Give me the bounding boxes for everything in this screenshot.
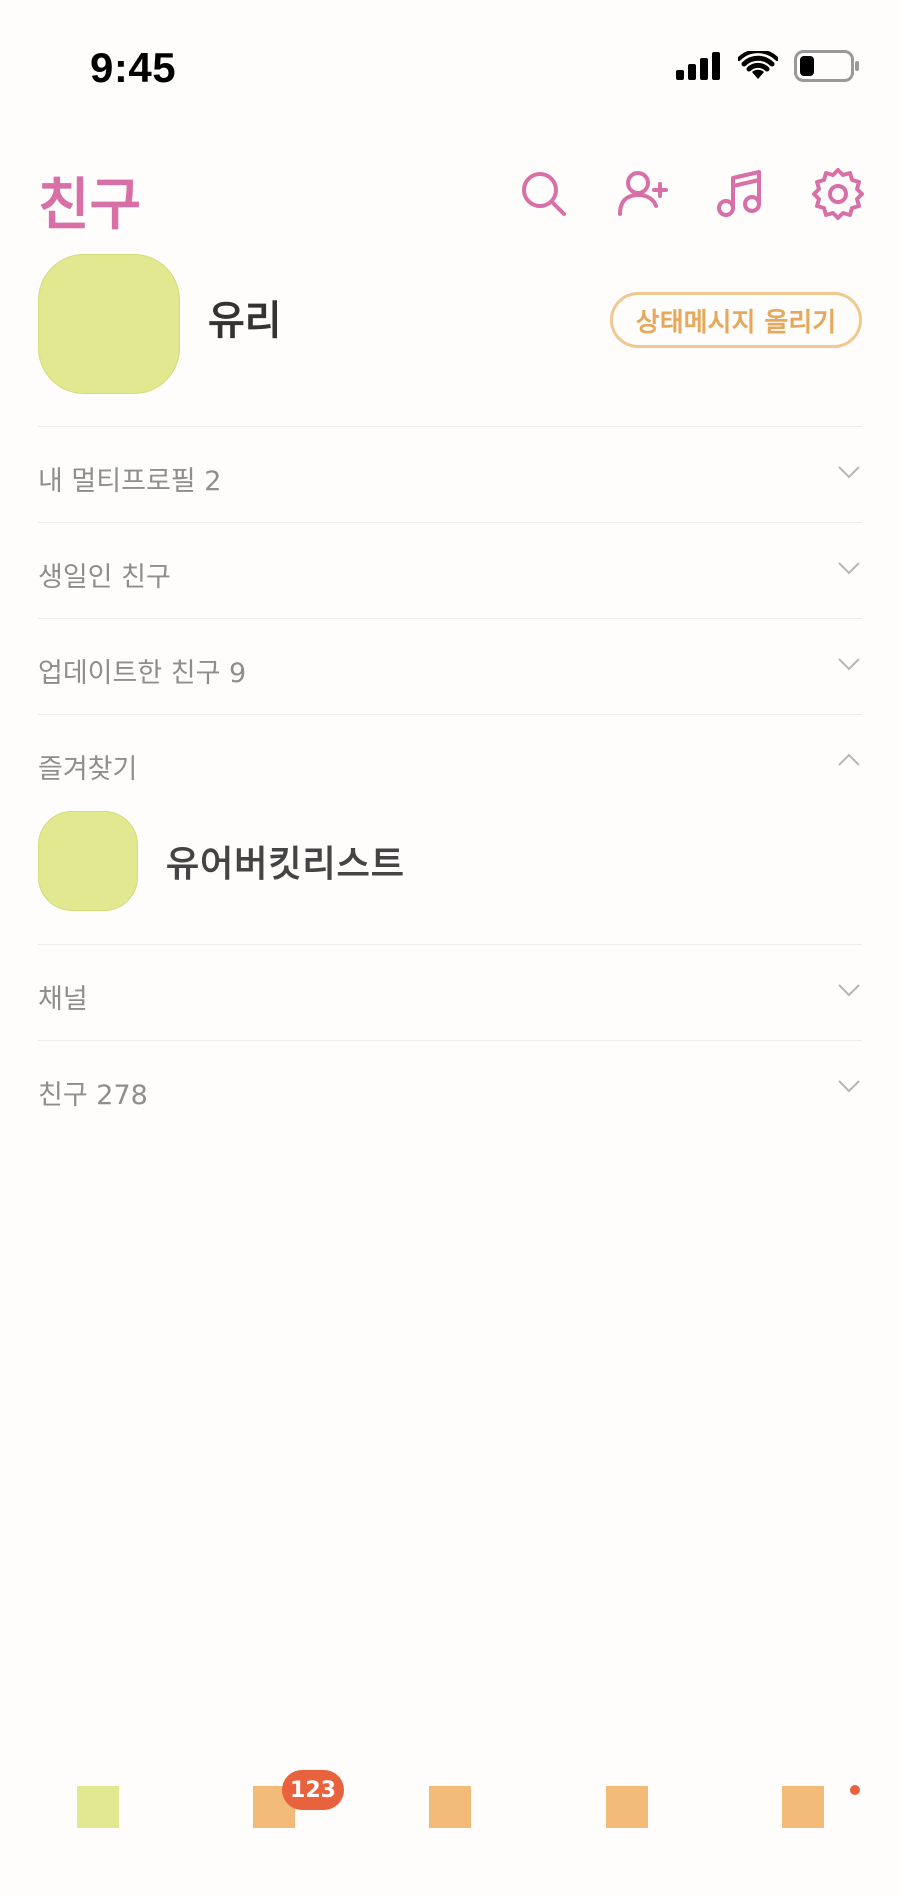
section-label: 업데이트한 친구 9 [38,658,247,689]
settings-icon[interactable] [810,166,866,222]
section-label: 채널 [38,984,88,1015]
battery-icon [794,50,859,82]
chevron-down-icon [838,466,860,479]
friends-tab-icon [77,1786,119,1828]
friend-name: 유어버킷리스트 [166,844,405,885]
profile-name: 유리 [208,298,282,344]
tab-more[interactable] [782,1786,824,1828]
chevron-down-icon [838,984,860,997]
bottom-tabbar: 123 [0,1760,900,1870]
section-multiprofile[interactable]: 내 멀티프로필 2 [38,426,862,522]
new-indicator-dot [850,1785,860,1795]
friend-sections: 내 멀티프로필 2 생일인 친구 업데이트한 친구 9 즐겨찾기 유어버킷리스트… [38,426,862,1136]
section-label: 생일인 친구 [38,562,171,593]
status-bar: 9:45 [0,0,900,140]
shopping-tab-icon [606,1786,648,1828]
section-friends[interactable]: 친구 278 [38,1040,862,1136]
tab-friends[interactable] [77,1786,119,1828]
signal-icon [676,52,720,80]
view-tab-icon [429,1786,471,1828]
section-label: 즐겨찾기 [38,754,138,785]
my-profile[interactable]: 유리 상태메시지 올리기 [0,252,900,402]
section-birthday[interactable]: 생일인 친구 [38,522,862,618]
status-icons [676,50,860,82]
avatar[interactable] [38,254,180,394]
wifi-icon [738,51,778,79]
header: 친구 [0,150,900,240]
section-label: 친구 278 [38,1080,148,1111]
header-actions [516,166,866,222]
add-friend-icon[interactable] [614,166,670,222]
music-icon[interactable] [712,166,768,222]
section-label: 내 멀티프로필 2 [38,466,222,497]
more-tab-icon [782,1786,824,1828]
chevron-down-icon [838,1080,860,1093]
search-icon[interactable] [516,166,572,222]
tab-view[interactable] [429,1786,471,1828]
status-time: 9:45 [90,44,177,91]
list-item[interactable]: 유어버킷리스트 [38,811,862,911]
chevron-down-icon [838,658,860,671]
section-favorites[interactable]: 즐겨찾기 유어버킷리스트 [38,714,862,944]
section-channel[interactable]: 채널 [38,944,862,1040]
page-title: 친구 [38,173,142,238]
unread-badge: 123 [282,1770,344,1810]
avatar[interactable] [38,811,138,911]
status-message-button[interactable]: 상태메시지 올리기 [610,292,862,348]
section-updated[interactable]: 업데이트한 친구 9 [38,618,862,714]
tab-shopping[interactable] [606,1786,648,1828]
chevron-up-icon [838,753,860,766]
chevron-down-icon [838,562,860,575]
